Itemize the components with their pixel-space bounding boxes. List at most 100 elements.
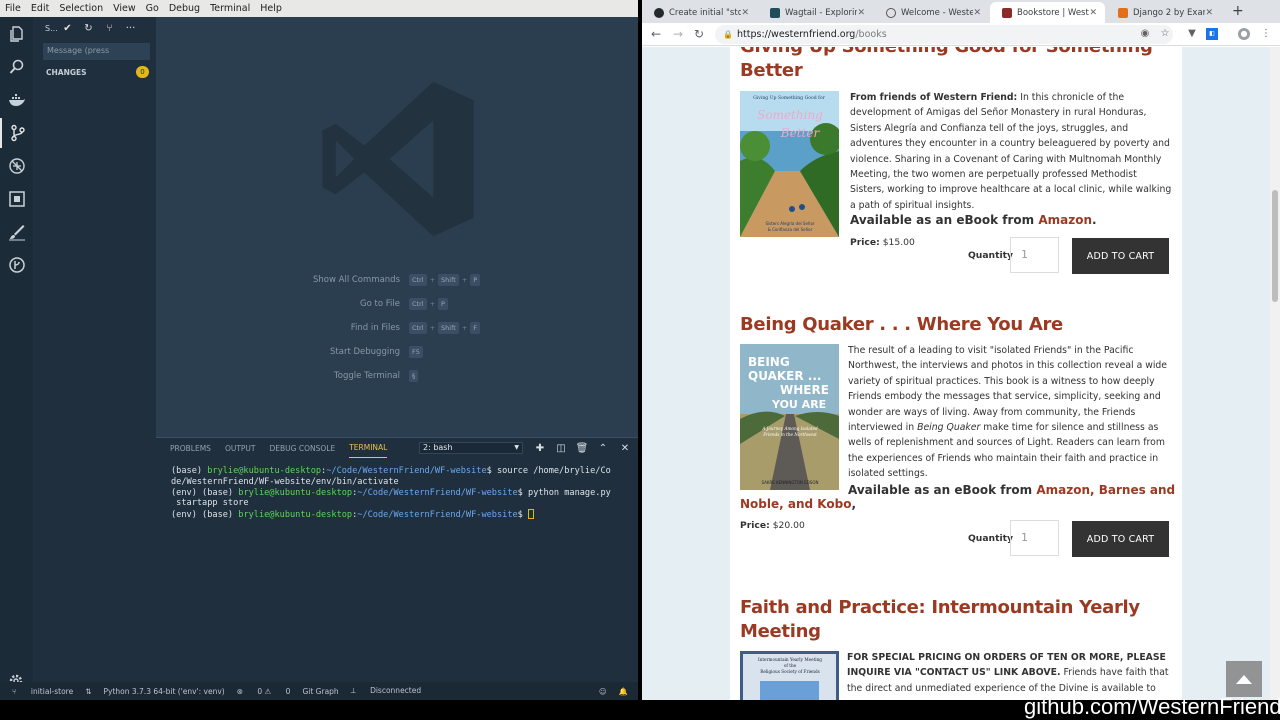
git-branch-status[interactable]: ⑂ initial-store	[12, 687, 73, 696]
terminal-select[interactable]: 2: bash ▼	[419, 442, 523, 454]
close-tab-icon[interactable]: ✕	[741, 8, 749, 18]
page-scrollbar[interactable]	[1270, 47, 1280, 700]
book-title[interactable]: Being Quaker . . . Where You Are	[740, 313, 1180, 337]
ebook-availability: Available as an eBook from Amazon.	[850, 213, 1097, 227]
debug-icon[interactable]	[0, 151, 33, 181]
vscode-logo-icon	[322, 81, 474, 237]
close-tab-icon[interactable]: ✕	[973, 8, 981, 18]
menu-file[interactable]: File	[0, 3, 26, 14]
book-title[interactable]: Giving Up Something Good for Something B…	[740, 47, 1180, 83]
browser-tab-bookstore[interactable]: Bookstore | Western✕	[990, 2, 1105, 23]
menu-selection[interactable]: Selection	[54, 3, 108, 14]
split-terminal-icon[interactable]: ◫	[554, 441, 568, 455]
activity-bar	[0, 17, 33, 688]
quantity-input[interactable]: 1	[1010, 237, 1059, 273]
extension-badge-icon[interactable]: ◧	[1206, 28, 1218, 40]
trash-icon[interactable]: 🗑	[575, 441, 589, 455]
profile-avatar-icon[interactable]: ●	[1238, 28, 1250, 40]
camera-blocked-icon[interactable]: ◉	[1139, 28, 1151, 40]
menu-terminal[interactable]: Terminal	[205, 3, 255, 14]
shortcut-start-debugging[interactable]: Start Debugging F5	[156, 346, 638, 360]
close-tab-icon[interactable]: ✕	[857, 8, 865, 18]
more-actions-icon[interactable]: ···	[120, 23, 141, 34]
menu-edit[interactable]: Edit	[26, 3, 54, 14]
close-tab-icon[interactable]: ✕	[1205, 8, 1213, 18]
tab-debug-console[interactable]: DEBUG CONSOLE	[270, 438, 336, 458]
refresh-icon[interactable]: ↻	[78, 23, 99, 34]
shortcut-toggle-terminal[interactable]: Toggle Terminal §	[156, 370, 638, 384]
changes-section[interactable]: CHANGES 0	[33, 65, 156, 79]
svg-text:& Confianza del Señor: & Confianza del Señor	[768, 227, 813, 232]
problems-status[interactable]: ⊗ 0 ⚠ 0	[237, 687, 291, 696]
branch-menu-icon[interactable]: ⑂	[99, 23, 120, 34]
browser-tab-welcome[interactable]: Welcome - Western✕	[874, 2, 989, 23]
bookmark-star-icon[interactable]: ☆	[1159, 28, 1171, 40]
vscode-window: File Edit Selection View Go Debug Termin…	[0, 0, 638, 700]
tab-problems[interactable]: PROBLEMS	[170, 438, 211, 458]
bookstore-page: Giving Up Something Good for Something B…	[730, 47, 1182, 700]
live-share-status[interactable]: ⟂ Disconnected	[351, 686, 421, 696]
menu-go[interactable]: Go	[141, 3, 164, 14]
source-control-sidebar: S... ✔ ↻ ⑂ ··· Message (press CHANGES 0	[33, 17, 156, 682]
tab-terminal[interactable]: TERMINAL	[349, 438, 388, 458]
new-terminal-plus-icon[interactable]: ✚	[533, 441, 547, 455]
sync-icon[interactable]: ⇅	[85, 687, 91, 696]
shortcut-show-all-commands[interactable]: Show All Commands Ctrl + Shift + P	[156, 274, 638, 288]
browser-tab-django[interactable]: Django 2 by Example✕	[1106, 2, 1221, 23]
docker-icon[interactable]	[0, 85, 33, 115]
add-to-cart-button[interactable]: ADD TO CART	[1072, 521, 1169, 557]
menu-debug[interactable]: Debug	[164, 3, 205, 14]
book-cover-image[interactable]: Intermountain Yearly Meeting of the Reli…	[740, 651, 839, 700]
book-cover-image[interactable]: Giving Up Something Good for Something B…	[740, 91, 839, 237]
book-description: From friends of Western Friend: In this …	[850, 92, 1172, 211]
shortcut-go-to-file[interactable]: Go to File Ctrl + P	[156, 298, 638, 312]
reload-icon[interactable]: ↻	[694, 27, 704, 41]
book-price: Price: $15.00	[850, 237, 915, 248]
svg-text:BEING: BEING	[748, 355, 790, 369]
book-description: The result of a leading to visit "isolat…	[848, 345, 1168, 480]
forward-arrow-icon[interactable]: →	[673, 27, 683, 41]
python-interpreter-status[interactable]: Python 3.7.3 64-bit ('env': venv)	[104, 687, 225, 696]
add-to-cart-button[interactable]: ADD TO CART	[1072, 238, 1169, 274]
book-price: Price: $20.00	[740, 520, 805, 531]
extension-shield-icon[interactable]: ▼	[1186, 28, 1198, 40]
scm-title: S...	[45, 23, 58, 33]
globe-icon	[886, 7, 896, 18]
maximize-panel-chevron-up-icon[interactable]: ⌃	[596, 441, 610, 455]
explorer-icon[interactable]	[0, 19, 33, 49]
terminal-cursor	[528, 509, 535, 520]
address-bar[interactable]: 🔒 https://westernfriend.org/books	[715, 25, 1173, 44]
browser-tab-github[interactable]: Create initial "store"✕	[642, 2, 757, 23]
menu-help[interactable]: Help	[255, 3, 287, 14]
shortcut-find-in-files[interactable]: Find in Files Ctrl + Shift + F	[156, 322, 638, 336]
browser-tab-wagtail[interactable]: Wagtail - Exploring✕	[758, 2, 873, 23]
search-icon[interactable]	[0, 52, 33, 82]
gitlens-icon[interactable]	[0, 250, 33, 280]
bottom-panel: PROBLEMS OUTPUT DEBUG CONSOLE TERMINAL 2…	[156, 437, 638, 682]
scrollbar-thumb[interactable]	[1272, 190, 1278, 302]
quantity-input[interactable]: 1	[1010, 520, 1059, 556]
git-graph-status[interactable]: Git Graph	[302, 687, 338, 696]
browser-menu-icon[interactable]: ⋮	[1260, 28, 1272, 40]
source-control-icon[interactable]	[0, 118, 33, 148]
paint-brush-icon[interactable]	[0, 217, 33, 247]
ebook-store-links[interactable]: Amazon	[1038, 213, 1092, 227]
menu-view[interactable]: View	[108, 3, 141, 14]
terminal-output[interactable]: (base) brylie@kubuntu-desktop:~/Code/Wes…	[171, 466, 631, 521]
extensions-icon[interactable]	[0, 184, 33, 214]
tab-output[interactable]: OUTPUT	[225, 438, 256, 458]
status-bar: ⑂ initial-store ⇅ Python 3.7.3 64-bit ('…	[0, 682, 638, 700]
feedback-smiley-icon[interactable]: ☺	[599, 687, 607, 696]
close-tab-icon[interactable]: ✕	[1089, 8, 1097, 18]
svg-text:Giving Up Something Good for: Giving Up Something Good for	[753, 95, 826, 101]
book-title[interactable]: Faith and Practice: Intermountain Yearly…	[740, 596, 1180, 644]
svg-text:Friends in the Northwest: Friends in the Northwest	[762, 432, 817, 437]
commit-message-input[interactable]: Message (press	[43, 43, 150, 60]
new-tab-plus-icon[interactable]: +	[1232, 3, 1244, 19]
back-to-top-button[interactable]	[1226, 661, 1262, 697]
back-arrow-icon[interactable]: ←	[651, 27, 661, 41]
commit-check-icon[interactable]: ✔	[57, 23, 78, 34]
notifications-bell-icon[interactable]: 🔔	[619, 687, 628, 696]
book-cover-image[interactable]: BEING QUAKER ... WHERE YOU ARE A Journey…	[740, 344, 839, 490]
close-panel-icon[interactable]: ✕	[618, 441, 632, 455]
